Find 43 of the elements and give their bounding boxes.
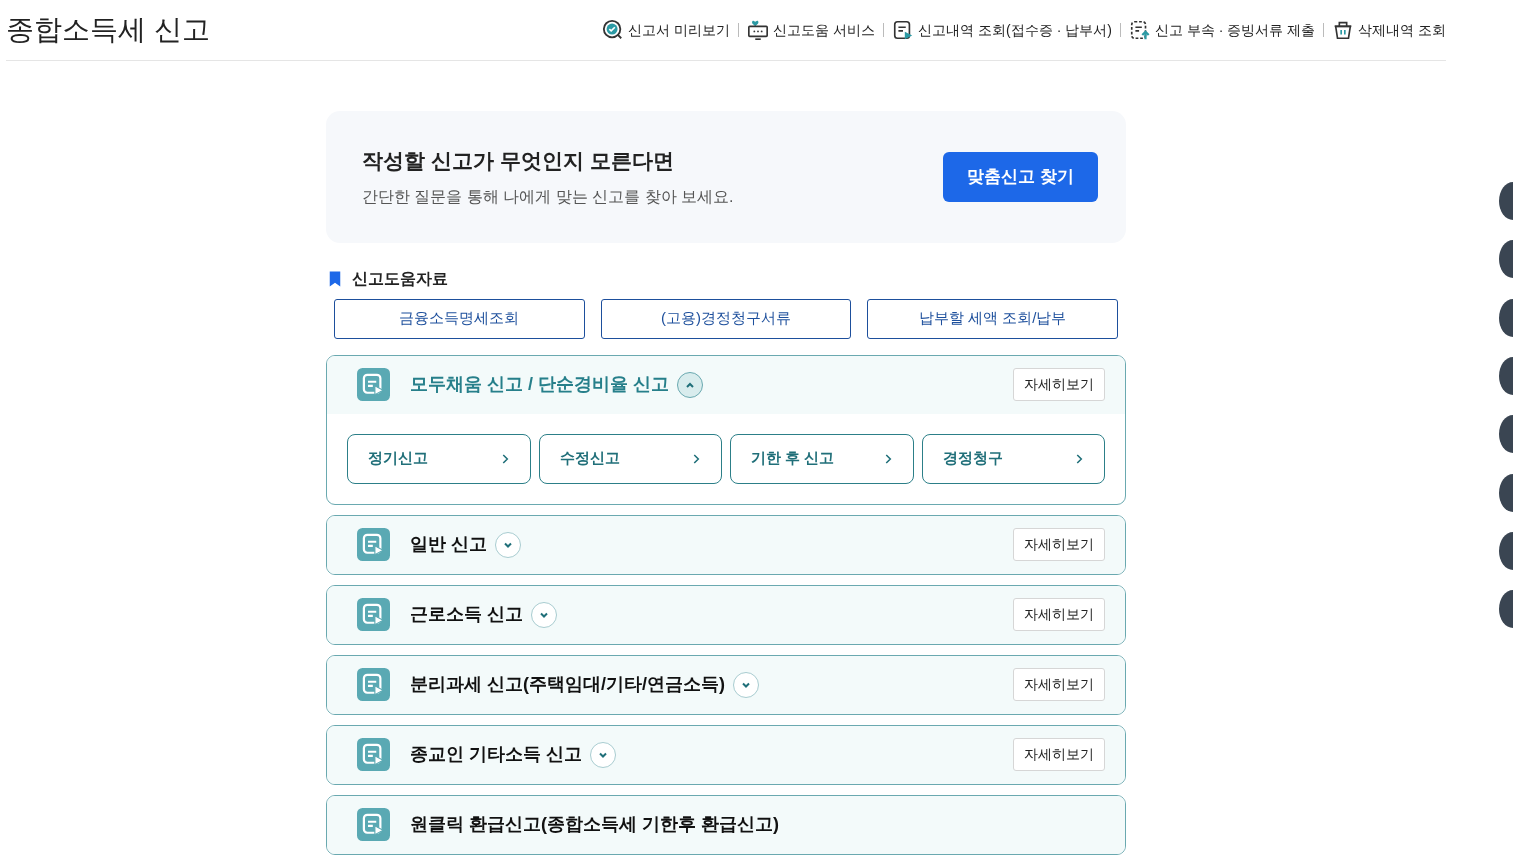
- report-option-button[interactable]: 기한 후 신고: [730, 433, 914, 484]
- report-title: 근로소득 신고: [410, 603, 523, 626]
- top-link[interactable]: 신고도움 서비스: [747, 19, 876, 41]
- top-link[interactable]: 신고 부속 · 증빙서류 제출: [1128, 19, 1316, 41]
- toggle-button[interactable]: [531, 601, 557, 628]
- top-link[interactable]: 삭제내역 조회: [1332, 19, 1446, 41]
- page-title: 종합소득세 신고: [6, 13, 210, 47]
- find-report-button[interactable]: 맞춤신고 찾기: [943, 152, 1098, 202]
- detail-button[interactable]: 자세히보기: [1013, 738, 1105, 771]
- report-document-icon: [357, 368, 390, 401]
- detail-button[interactable]: 자세히보기: [1013, 528, 1105, 561]
- report-document-icon: [357, 668, 390, 701]
- document-play-icon: [892, 19, 915, 41]
- report-document-icon: [357, 598, 390, 631]
- banner-title: 작성할 신고가 무엇인지 모른다면: [362, 148, 675, 174]
- document-upload-icon: [1128, 19, 1151, 41]
- detail-button[interactable]: 자세히보기: [1013, 668, 1105, 701]
- help-link-button[interactable]: (고용)경정청구서류: [600, 298, 852, 339]
- top-link[interactable]: 신고서 미리보기: [602, 19, 731, 41]
- help-link-button[interactable]: 납부할 세액 조회/납부: [867, 298, 1118, 339]
- help-link-button[interactable]: 금융소득명세조회: [334, 298, 585, 339]
- report-title: 모두채움 신고 / 단순경비율 신고: [410, 373, 669, 396]
- toggle-button[interactable]: [590, 741, 616, 768]
- report-option-button[interactable]: 경정청구: [921, 433, 1105, 484]
- magnifier-check-icon: [602, 19, 625, 41]
- report-title: 원클릭 환급신고(종합소득세 기한후 환급신고): [410, 813, 779, 836]
- detail-button[interactable]: 자세히보기: [1013, 598, 1105, 631]
- report-title: 종교인 기타소득 신고: [410, 743, 582, 766]
- report-option-button[interactable]: 정기신고: [347, 433, 531, 484]
- banner-subtitle: 간단한 질문을 통해 나에게 맞는 신고를 찾아 보세요.: [362, 186, 734, 207]
- report-document-icon: [357, 528, 390, 561]
- report-title: 일반 신고: [410, 533, 487, 556]
- report-title: 분리과세 신고(주택임대/기타/연금소득): [410, 673, 725, 696]
- toggle-button[interactable]: [677, 371, 703, 398]
- report-document-icon: [357, 808, 390, 841]
- report-document-icon: [357, 738, 390, 771]
- report-option-button[interactable]: 수정신고: [538, 433, 722, 484]
- detail-button[interactable]: 자세히보기: [1013, 368, 1105, 401]
- toggle-button[interactable]: [495, 531, 521, 558]
- top-link[interactable]: 신고내역 조회(접수증 · 납부서): [892, 19, 1112, 41]
- toggle-button[interactable]: [733, 671, 759, 698]
- section-heading: 신고도움자료: [352, 268, 448, 289]
- monitor-heart-icon: [747, 19, 770, 41]
